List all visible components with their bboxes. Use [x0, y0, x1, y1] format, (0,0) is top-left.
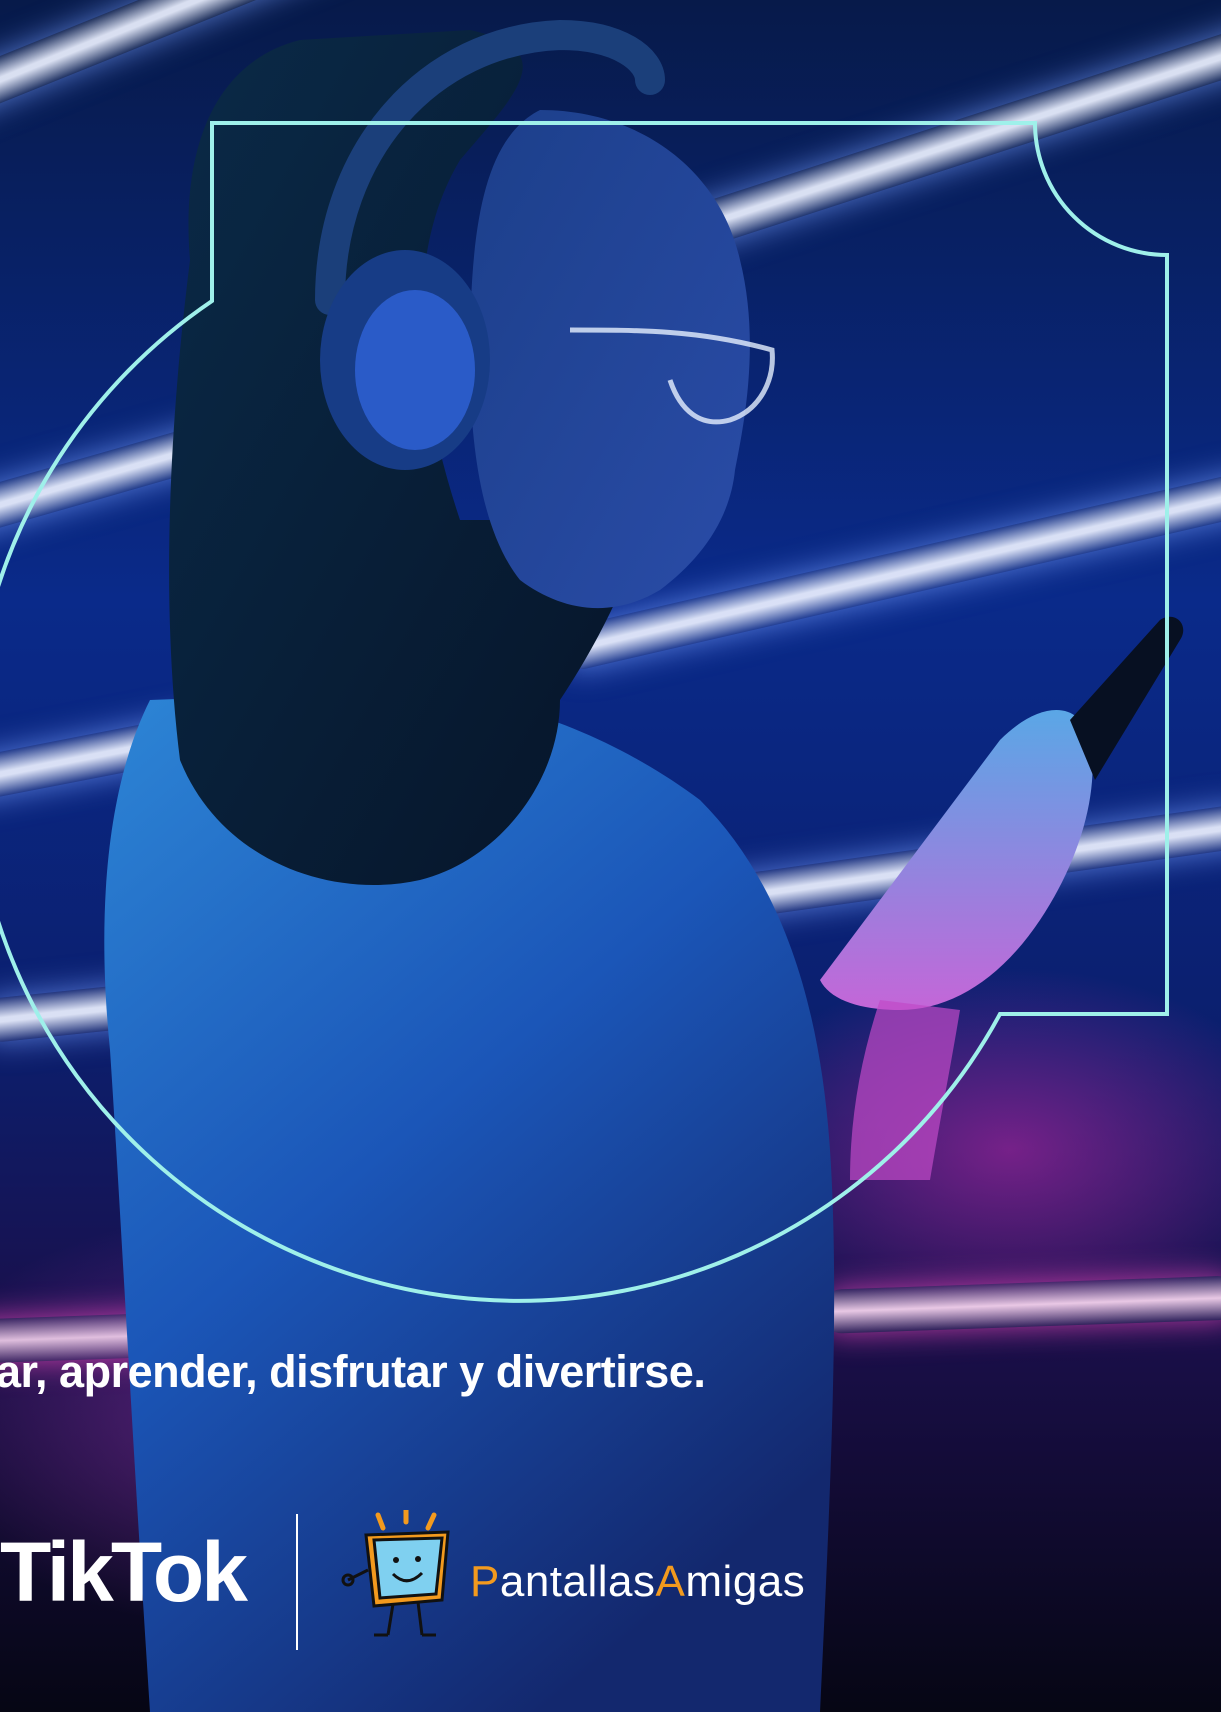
wordmark-part: migas	[685, 1557, 806, 1606]
tiktok-logo: TikTok	[0, 1525, 248, 1619]
wordmark-initial-p: P	[470, 1557, 500, 1606]
wordmark-part: antallas	[499, 1557, 656, 1606]
pantallas-amigas-mascot-icon	[341, 1510, 450, 1637]
tagline-text: ar, aprender, disfrutar y divertirse.	[0, 1346, 706, 1397]
decorative-frame-outline	[0, 121, 1169, 1303]
logo-divider	[296, 1514, 298, 1650]
pantallas-amigas-wordmark: PantallasAmigas	[470, 1560, 805, 1604]
wordmark-initial-a: A	[655, 1557, 686, 1606]
